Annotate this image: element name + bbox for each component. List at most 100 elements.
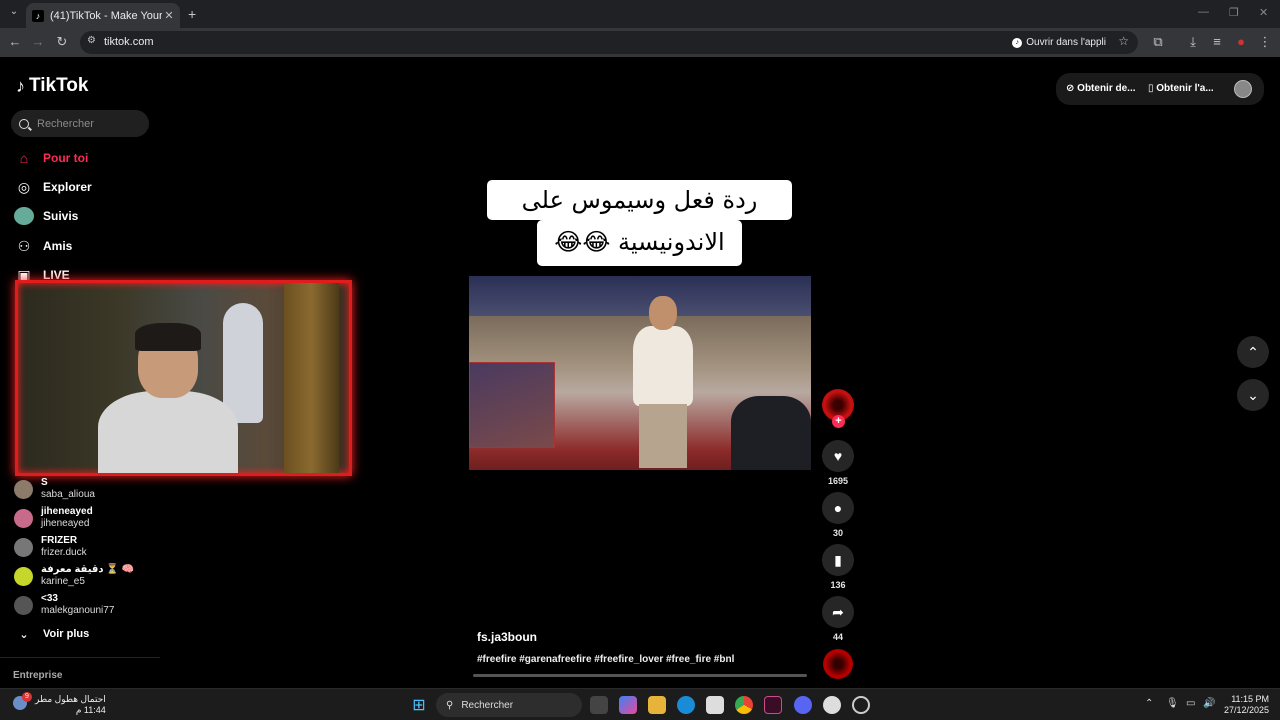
edge-icon[interactable] — [677, 696, 695, 714]
search-input[interactable]: Rechercher — [11, 110, 149, 137]
see-more-button[interactable]: ⌄ Voir plus — [14, 623, 89, 645]
microphone-icon[interactable]: 🎙 — [1166, 698, 1179, 709]
like-count: 1695 — [827, 476, 849, 486]
download-icon[interactable]: ⤓ — [1185, 34, 1201, 50]
browser-tab-bar: ⌄ ♪ (41)TikTok - Make Your Day ✕ + — ❐ ✕ — [0, 0, 1280, 28]
video-progress-bar[interactable] — [473, 674, 807, 677]
new-tab-button[interactable]: + — [188, 6, 196, 22]
user-avatar[interactable] — [1234, 80, 1252, 98]
extensions-icon[interactable]: ⧉ — [1150, 34, 1166, 50]
reload-icon[interactable]: ↻ — [54, 34, 70, 50]
following-item[interactable]: FRIZER frizer.duck — [14, 535, 87, 559]
following-username: frizer.duck — [41, 547, 87, 558]
video-author[interactable]: fs.ja3boun — [477, 630, 537, 644]
following-icon — [14, 207, 34, 225]
volume-icon[interactable]: 🔊 — [1203, 698, 1215, 709]
follow-plus-button[interactable]: + — [832, 415, 845, 428]
windows-taskbar: 9 احتمال هطول مطر 11:44 م ⊞ ⚲ Rechercher… — [0, 688, 1280, 720]
following-username: saba_alioua — [41, 489, 95, 500]
video-inset — [469, 362, 555, 448]
following-name: jiheneayed — [41, 506, 93, 517]
search-placeholder: Rechercher — [37, 117, 94, 130]
video-hashtags[interactable]: #freefire #garenafreefire #freefire_love… — [477, 654, 734, 665]
tab-close-icon[interactable]: ✕ — [162, 9, 176, 22]
music-disc[interactable] — [823, 649, 853, 679]
task-view-icon[interactable] — [590, 696, 608, 714]
get-app-button[interactable]: ▯ Obtenir l'a... — [1148, 83, 1214, 94]
following-username: malekganouni77 — [41, 605, 115, 616]
copilot-icon[interactable] — [619, 696, 637, 714]
share-count: 44 — [832, 632, 843, 642]
see-more-label: Voir plus — [43, 628, 90, 640]
address-bar[interactable]: ⚙ tiktok.com ♪ Ouvrir dans l'appli ☆ — [80, 31, 1138, 54]
minimize-icon[interactable]: — — [1198, 6, 1209, 18]
taskbar-search[interactable]: ⚲ Rechercher — [436, 693, 582, 717]
browser-menu-icon[interactable]: ⋮ — [1257, 34, 1273, 50]
logo-text: TikTok — [29, 75, 89, 96]
home-icon: ⌂ — [19, 150, 29, 166]
like-button[interactable]: ♥ — [822, 440, 854, 472]
following-username: jiheneayed — [41, 518, 90, 529]
taskbar-search-label: Rechercher — [461, 699, 514, 711]
company-link[interactable]: Entreprise — [13, 670, 62, 681]
video-person-dark — [731, 396, 811, 470]
following-item[interactable]: Ssaba_alioua — [14, 477, 95, 501]
webcam-overlay — [15, 280, 352, 476]
following-username: karine_e5 — [41, 576, 85, 587]
nav-following[interactable]: Suivis — [14, 205, 78, 227]
url-text: tiktok.com — [104, 36, 154, 48]
weather-widget[interactable]: 9 احتمال هطول مطر 11:44 م — [13, 692, 106, 716]
site-info-icon[interactable]: ⚙ — [87, 35, 96, 46]
bookmark-star-icon[interactable]: ☆ — [1118, 34, 1129, 48]
open-in-app-button[interactable]: ♪ Ouvrir dans l'appli — [1012, 35, 1106, 50]
share-button[interactable]: ➦ — [822, 596, 854, 628]
restore-icon[interactable]: ❐ — [1229, 6, 1239, 19]
browser-tab[interactable]: ♪ (41)TikTok - Make Your Day ✕ — [26, 3, 180, 28]
compass-icon: ◎ — [17, 178, 31, 195]
save-count: 136 — [830, 580, 846, 590]
get-coins-button[interactable]: ⊘ Obtenir de... — [1066, 83, 1136, 94]
tab-search-icon[interactable]: ⌄ — [6, 6, 22, 22]
window-close-icon[interactable]: ✕ — [1259, 6, 1268, 19]
comment-button[interactable]: ● — [822, 492, 854, 524]
video-player[interactable] — [469, 276, 811, 470]
settings-icon[interactable] — [852, 696, 870, 714]
save-button[interactable]: ▮ — [822, 544, 854, 576]
file-explorer-icon[interactable] — [648, 696, 666, 714]
discord-icon[interactable] — [794, 696, 812, 714]
weather-time: 11:44 م — [75, 705, 106, 715]
avatar — [14, 480, 33, 499]
obs-icon[interactable] — [823, 696, 841, 714]
network-icon[interactable]: ▭ — [1186, 698, 1195, 709]
open-in-app-label: Ouvrir dans l'appli — [1026, 37, 1106, 48]
store-icon[interactable] — [706, 696, 724, 714]
windows-start-icon[interactable]: ⊞ — [410, 696, 428, 714]
tiktok-logo[interactable]: ♪ TikTok — [16, 75, 88, 97]
reading-list-icon[interactable]: ≡ — [1209, 34, 1225, 49]
avatar — [14, 567, 33, 586]
search-icon — [19, 118, 29, 129]
clock-time: 11:15 PM — [1231, 694, 1270, 704]
taskbar-clock[interactable]: 11:15 PM 27/12/2025 — [1224, 694, 1269, 716]
following-item[interactable]: <33 malekganouni77 — [14, 593, 114, 617]
profile-avatar-icon[interactable]: ● — [1233, 34, 1249, 49]
clock-date: 27/12/2025 — [1224, 705, 1270, 715]
following-name: دقيقة معرفة ⏳ 🧠 — [41, 564, 134, 575]
nav-friends[interactable]: ⚇ Amis — [14, 235, 73, 257]
back-icon[interactable]: ← — [7, 34, 23, 49]
get-coins-label: Obtenir de... — [1077, 83, 1136, 94]
premiere-icon[interactable] — [764, 696, 782, 714]
previous-video-button[interactable]: ⌃ — [1237, 336, 1269, 368]
video-caption-line-1: ردة فعل وسيموس على الماكلة — [487, 180, 792, 254]
following-item[interactable]: دقيقة معرفة ⏳ 🧠 karine_e5 — [14, 564, 134, 588]
nav-for-you[interactable]: ⌂ Pour toi — [14, 147, 89, 169]
following-item[interactable]: jiheneayed jiheneayed — [14, 506, 93, 530]
next-video-button[interactable]: ⌄ — [1237, 379, 1269, 411]
video-person — [629, 296, 697, 470]
nav-explore[interactable]: ◎ Explorer — [14, 176, 92, 198]
tray-chevron-icon[interactable]: ⌃ — [1145, 698, 1153, 709]
chevron-down-icon: ⌄ — [1247, 386, 1259, 403]
chrome-icon[interactable] — [735, 696, 753, 714]
avatar — [14, 509, 33, 528]
forward-icon[interactable]: → — [30, 34, 46, 49]
